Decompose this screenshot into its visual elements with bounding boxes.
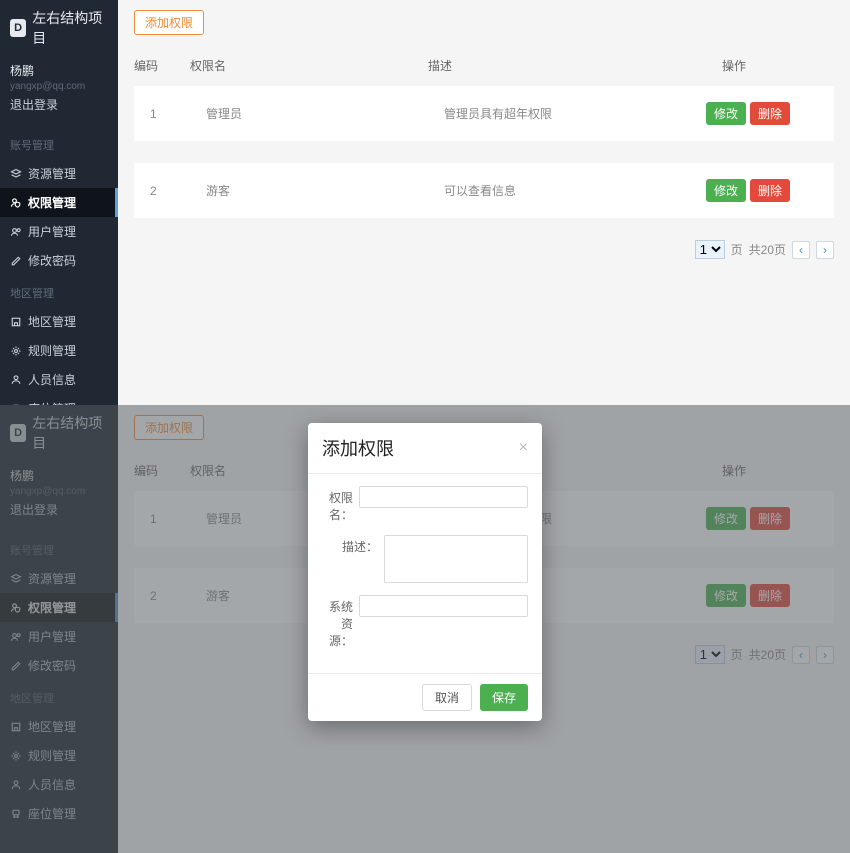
- page-next-button[interactable]: ›: [816, 241, 834, 259]
- user-shield-icon: [10, 197, 22, 209]
- close-icon[interactable]: ×: [519, 440, 528, 456]
- sidebar-item-rules[interactable]: 规则管理: [0, 336, 118, 365]
- brand: D 左右结构项目: [0, 0, 118, 56]
- edit-button[interactable]: 修改: [706, 179, 746, 202]
- field-res-label: 系统资源：: [322, 595, 353, 649]
- sidebar-item-change-password[interactable]: 修改密码: [0, 246, 118, 275]
- pager: 1 页 共20页 ‹ ›: [118, 240, 850, 259]
- table-row: 1 管理员 管理员具有超年权限 修改 删除: [134, 86, 834, 141]
- gear-icon: [10, 345, 22, 357]
- user-block: 杨鹏 yangxp@qq.com 退出登录: [0, 56, 118, 127]
- sidebar-item-label: 规则管理: [28, 342, 76, 359]
- table-row: 2 游客 可以查看信息 修改 删除: [134, 163, 834, 218]
- user-name: 杨鹏: [10, 62, 108, 79]
- col-ops: 操作: [722, 57, 834, 74]
- layers-icon: [10, 168, 22, 180]
- nav-group-region: 地区管理: [0, 275, 118, 307]
- cell-code: 2: [150, 184, 206, 198]
- sidebar-item-label: 修改密码: [28, 252, 76, 269]
- col-code: 编码: [134, 57, 190, 74]
- user-email: yangxp@qq.com: [10, 81, 108, 92]
- edit-button[interactable]: 修改: [706, 102, 746, 125]
- main-content: 添加权限 编码 权限名 描述 操作 1 管理员 管理员具有超年权限 修改 删除 …: [118, 0, 850, 405]
- system-resource-input[interactable]: [359, 595, 528, 617]
- cell-desc: 管理员具有超年权限: [444, 105, 706, 122]
- sidebar-item-label: 权限管理: [28, 194, 76, 211]
- cell-name: 游客: [206, 182, 444, 199]
- permission-name-input[interactable]: [359, 486, 528, 508]
- page-total: 共20页: [749, 241, 786, 258]
- sidebar-item-region[interactable]: 地区管理: [0, 307, 118, 336]
- logout-link[interactable]: 退出登录: [10, 92, 108, 117]
- cell-code: 1: [150, 107, 206, 121]
- brand-logo: D: [10, 19, 26, 37]
- save-button[interactable]: 保存: [480, 684, 528, 711]
- table-header: 编码 权限名 描述 操作: [118, 45, 850, 86]
- page-select[interactable]: 1: [695, 240, 725, 259]
- sidebar-item-resources[interactable]: 资源管理: [0, 159, 118, 188]
- add-permission-modal: 添加权限 × 权限名： 描述： 系统资源： 取消 保存: [308, 423, 542, 721]
- users-icon: [10, 226, 22, 238]
- page-unit: 页: [731, 241, 743, 258]
- sidebar: D 左右结构项目 杨鹏 yangxp@qq.com 退出登录 账号管理 资源管理…: [0, 0, 118, 405]
- cell-desc: 可以查看信息: [444, 182, 706, 199]
- sidebar-item-staff[interactable]: 人员信息: [0, 365, 118, 394]
- brand-name: 左右结构项目: [32, 8, 108, 48]
- sidebar-item-label: 资源管理: [28, 165, 76, 182]
- delete-button[interactable]: 删除: [750, 102, 790, 125]
- sidebar-item-users[interactable]: 用户管理: [0, 217, 118, 246]
- permission-desc-textarea[interactable]: [384, 535, 528, 583]
- sidebar-item-label: 地区管理: [28, 313, 76, 330]
- pencil-icon: [10, 255, 22, 267]
- cell-name: 管理员: [206, 105, 444, 122]
- field-desc-label: 描述：: [322, 535, 378, 555]
- page-prev-button[interactable]: ‹: [792, 241, 810, 259]
- col-name: 权限名: [190, 57, 428, 74]
- sidebar-item-permissions[interactable]: 权限管理: [0, 188, 118, 217]
- person-icon: [10, 374, 22, 386]
- sidebar-item-label: 人员信息: [28, 371, 76, 388]
- delete-button[interactable]: 删除: [750, 179, 790, 202]
- add-permission-button[interactable]: 添加权限: [134, 10, 204, 35]
- sidebar-item-label: 用户管理: [28, 223, 76, 240]
- col-desc: 描述: [428, 57, 722, 74]
- nav-group-account: 账号管理: [0, 127, 118, 159]
- modal-title: 添加权限: [322, 435, 394, 461]
- cancel-button[interactable]: 取消: [422, 684, 472, 711]
- field-name-label: 权限名：: [322, 486, 353, 523]
- building-icon: [10, 316, 22, 328]
